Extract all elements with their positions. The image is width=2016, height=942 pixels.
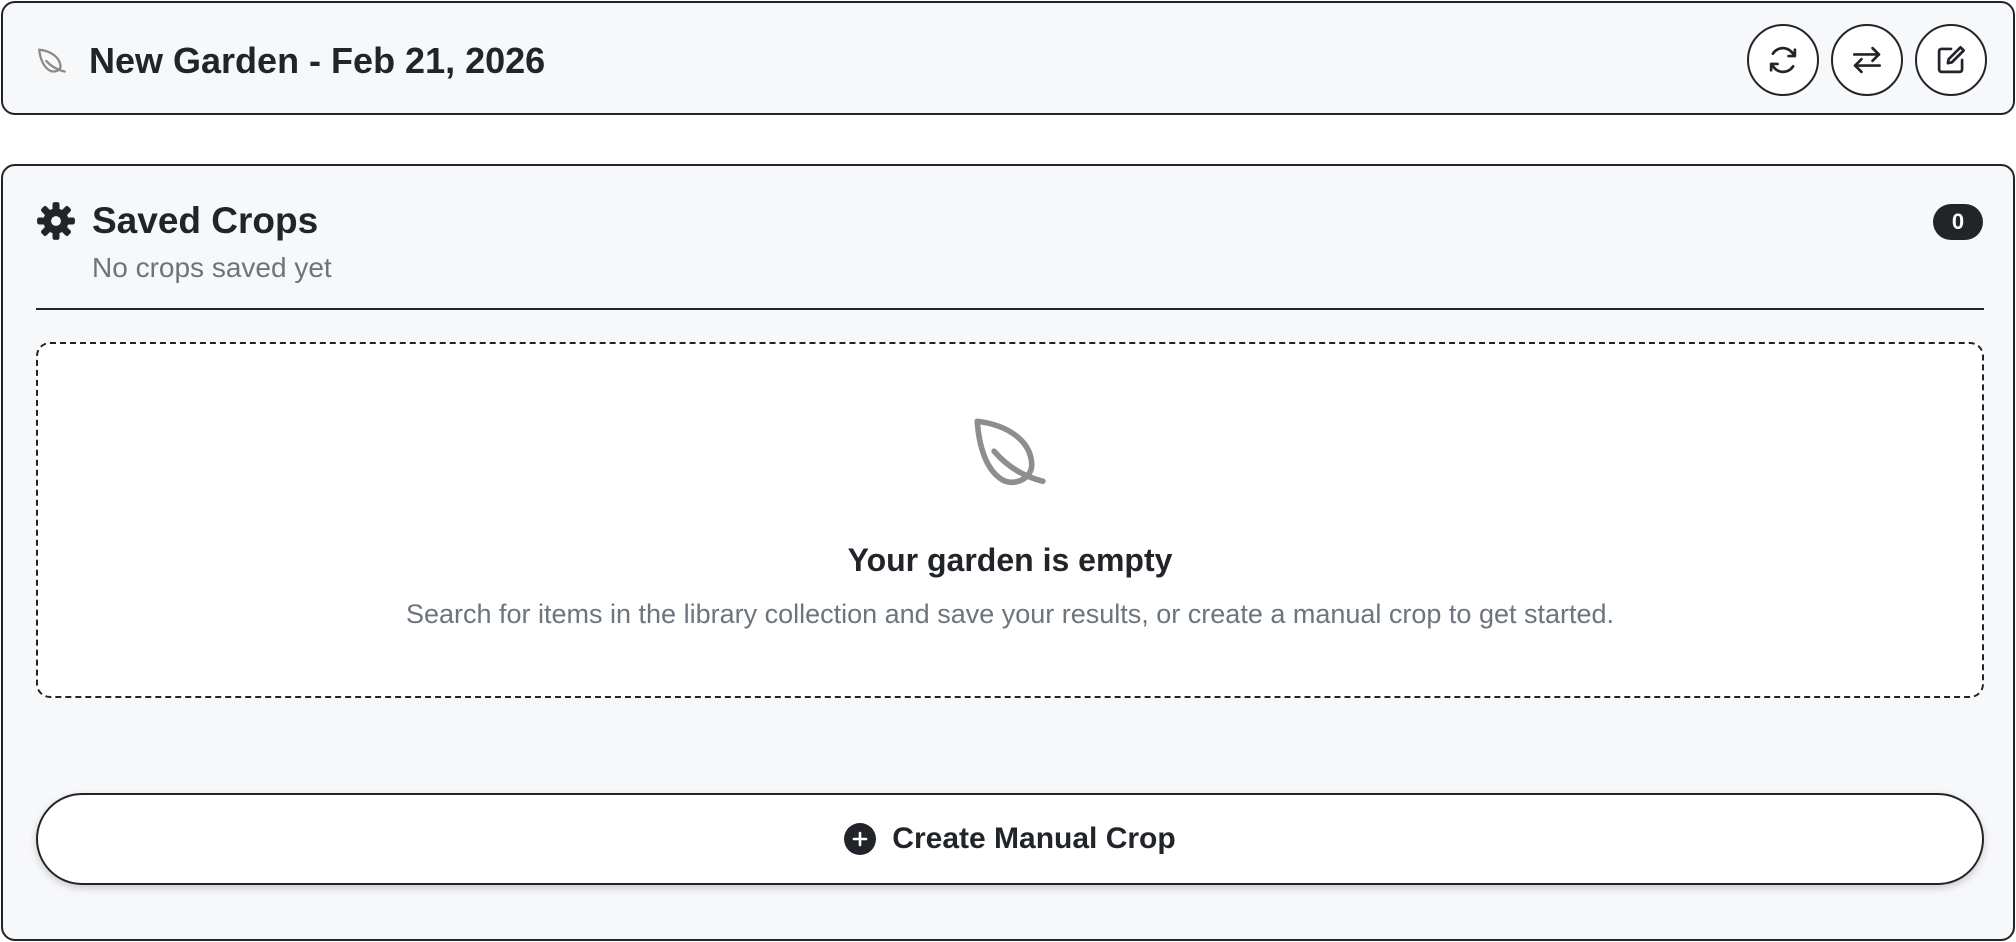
saved-crops-card: Saved Crops No crops saved yet 0 Your ga… [1, 164, 2015, 941]
edit-button[interactable] [1915, 24, 1987, 96]
empty-state: Your garden is empty Search for items in… [36, 342, 1984, 698]
refresh-button[interactable] [1747, 24, 1819, 96]
header-bar: New Garden - Feb 21, 2026 [1, 1, 2015, 115]
empty-state-title: Your garden is empty [847, 542, 1173, 578]
page-title: New Garden - Feb 21, 2026 [89, 40, 546, 81]
divider [36, 308, 1984, 310]
edit-icon [1937, 45, 1966, 74]
gear-icon [37, 202, 75, 240]
section-subtitle: No crops saved yet [92, 252, 332, 283]
plus-circle-icon [844, 823, 877, 855]
count-badge: 0 [1933, 204, 1983, 240]
leaf-icon [38, 48, 66, 73]
create-manual-crop-label: Create Manual Crop [892, 822, 1176, 855]
refresh-icon [1769, 46, 1797, 74]
section-title: Saved Crops [92, 200, 319, 241]
leaf-icon [974, 418, 1046, 486]
create-manual-crop-button[interactable]: Create Manual Crop [36, 793, 1984, 885]
empty-state-description: Search for items in the library collecti… [405, 599, 1615, 629]
swap-button[interactable] [1831, 24, 1903, 96]
swap-arrows-icon [1852, 46, 1882, 74]
